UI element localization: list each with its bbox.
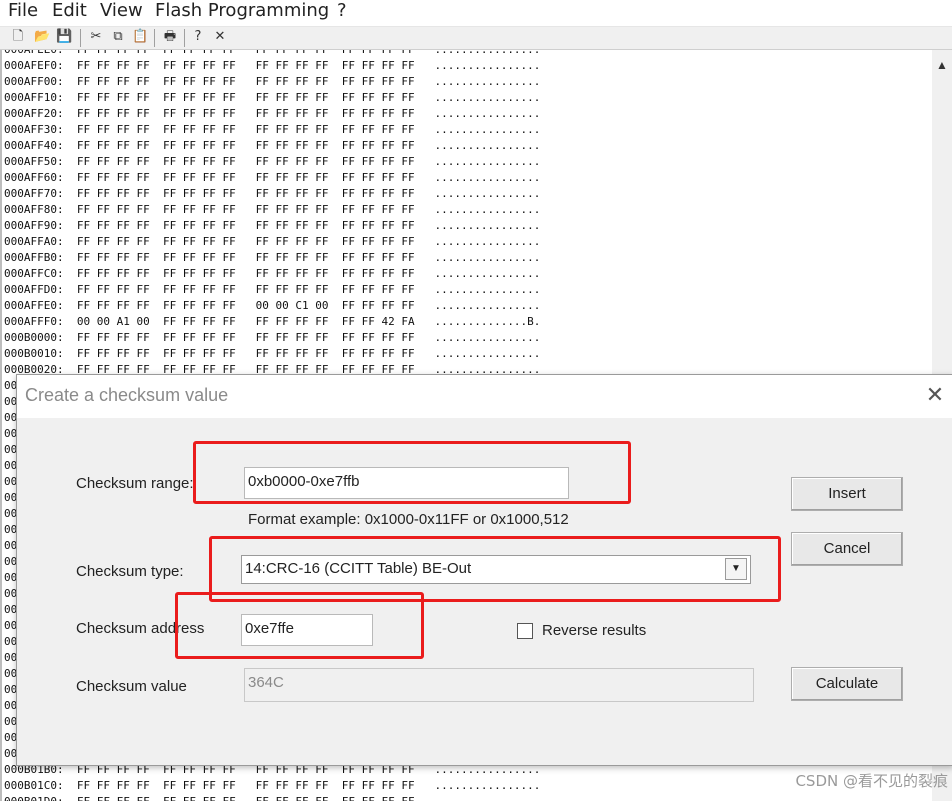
print-icon[interactable]: 🖶 xyxy=(162,29,178,45)
hex-row: 000AFF80: FF FF FF FF FF FF FF FF FF FF … xyxy=(4,203,541,216)
checksum-type-value: 14:CRC-16 (CCITT Table) BE-Out xyxy=(245,560,472,577)
save-icon[interactable]: 💾 xyxy=(56,29,72,45)
reverse-results-label: Reverse results xyxy=(542,622,647,639)
cancel-button[interactable]: Cancel xyxy=(791,532,903,566)
new-file-icon[interactable]: 🗋 xyxy=(10,29,26,45)
checksum-dialog: Create a checksum value ✕ Checksum range… xyxy=(16,374,952,766)
checksum-value-label: Checksum value xyxy=(76,678,187,695)
checksum-range-input[interactable]: 0xb0000-0xe7ffb xyxy=(244,467,569,499)
cut-icon[interactable]: ✂ xyxy=(88,29,104,45)
menu-bar: File Edit View Flash Programming ? xyxy=(0,0,952,27)
hex-row: 000AFFF0: 00 00 A1 00 FF FF FF FF FF FF … xyxy=(4,315,541,328)
checksum-type-select[interactable]: 14:CRC-16 (CCITT Table) BE-Out ▼ xyxy=(241,555,751,584)
format-example-hint: Format example: 0x1000-0x11FF or 0x1000,… xyxy=(248,511,569,528)
menu-help[interactable]: ? xyxy=(337,0,347,24)
toolbar-separator xyxy=(154,29,155,47)
help-icon[interactable]: ? xyxy=(190,29,206,45)
calculate-button[interactable]: Calculate xyxy=(791,667,903,701)
dialog-title: Create a checksum value xyxy=(25,385,229,405)
menu-edit[interactable]: Edit xyxy=(52,0,87,24)
menu-flash-programming[interactable]: Flash Programming xyxy=(155,0,329,24)
copy-icon[interactable]: ⧉ xyxy=(110,29,126,45)
checksum-type-label: Checksum type: xyxy=(76,563,184,580)
hex-row: 000AFFB0: FF FF FF FF FF FF FF FF FF FF … xyxy=(4,251,541,264)
hex-row: 000B01C0: FF FF FF FF FF FF FF FF FF FF … xyxy=(4,779,541,792)
hex-row: 000AFF40: FF FF FF FF FF FF FF FF FF FF … xyxy=(4,139,541,152)
paste-icon[interactable]: 📋 xyxy=(132,29,148,45)
hex-row: 000AFF20: FF FF FF FF FF FF FF FF FF FF … xyxy=(4,107,541,120)
scroll-up-arrow-icon[interactable]: ▲ xyxy=(932,58,952,74)
hex-row: 000B01D0: FF FF FF FF FF FF FF FF FF FF … xyxy=(4,794,540,801)
open-folder-icon[interactable]: 📂 xyxy=(34,29,50,45)
hex-row: 000AFF30: FF FF FF FF FF FF FF FF FF FF … xyxy=(4,123,541,136)
hex-row: 000AFEF0: FF FF FF FF FF FF FF FF FF FF … xyxy=(4,59,541,72)
chevron-down-icon[interactable]: ▼ xyxy=(725,558,747,580)
hex-row: 000AFEE0: FF FF FF FF FF FF FF FF FF FF … xyxy=(4,50,540,58)
hex-row: 000AFF60: FF FF FF FF FF FF FF FF FF FF … xyxy=(4,171,541,184)
checksum-address-label: Checksum address xyxy=(76,620,205,637)
insert-button[interactable]: Insert xyxy=(791,477,903,511)
dialog-close-icon[interactable]: ✕ xyxy=(923,383,947,407)
hex-row: 000AFF50: FF FF FF FF FF FF FF FF FF FF … xyxy=(4,155,541,168)
reverse-results-checkbox[interactable] xyxy=(517,623,533,639)
hex-row: 000AFF10: FF FF FF FF FF FF FF FF FF FF … xyxy=(4,91,541,104)
hex-row: 000B0000: FF FF FF FF FF FF FF FF FF FF … xyxy=(4,331,541,344)
checksum-value-output: 364C xyxy=(244,668,754,702)
hex-row: 000AFF00: FF FF FF FF FF FF FF FF FF FF … xyxy=(4,75,541,88)
dialog-titlebar: Create a checksum value ✕ xyxy=(17,375,952,418)
hex-row: 000AFF70: FF FF FF FF FF FF FF FF FF FF … xyxy=(4,187,541,200)
close-icon[interactable]: ✕ xyxy=(212,29,228,45)
hex-row: 000B0010: FF FF FF FF FF FF FF FF FF FF … xyxy=(4,347,541,360)
hex-row: 000AFF90: FF FF FF FF FF FF FF FF FF FF … xyxy=(4,219,541,232)
hex-row: 000AFFA0: FF FF FF FF FF FF FF FF FF FF … xyxy=(4,235,541,248)
hex-row: 000AFFD0: FF FF FF FF FF FF FF FF FF FF … xyxy=(4,283,541,296)
hex-row: 000AFFC0: FF FF FF FF FF FF FF FF FF FF … xyxy=(4,267,541,280)
menu-view[interactable]: View xyxy=(100,0,143,24)
toolbar-separator xyxy=(184,29,185,47)
checksum-range-label: Checksum range: xyxy=(76,475,194,492)
toolbar-separator xyxy=(80,29,81,47)
watermark: CSDN @看不见的裂痕 xyxy=(795,772,948,790)
checksum-address-input[interactable]: 0xe7ffe xyxy=(241,614,373,646)
hex-row: 000AFFE0: FF FF FF FF FF FF FF FF 00 00 … xyxy=(4,299,541,312)
menu-file[interactable]: File xyxy=(8,0,38,24)
toolbar: 🗋 📂 💾 ✂ ⧉ 📋 🖶 ? ✕ xyxy=(0,27,952,50)
